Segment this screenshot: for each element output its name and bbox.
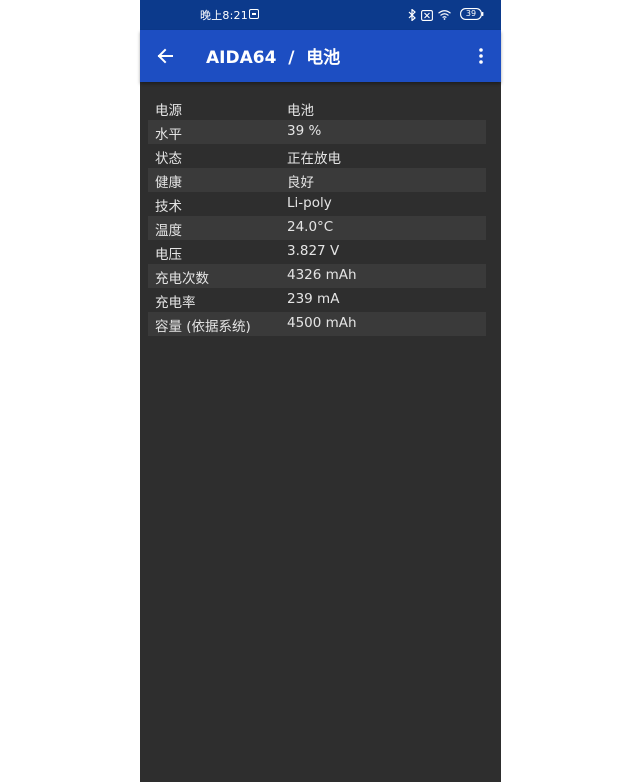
row-label: 水平: [155, 127, 182, 143]
more-vert-icon: [479, 48, 483, 64]
row-value: 电池: [287, 103, 314, 119]
back-button[interactable]: [152, 43, 178, 69]
phone-screen: 晚上8:21 39 AIDA64 / 电池 电源 电池 水平 39 % 状态 正…: [140, 0, 501, 782]
list-item: 电源 电池: [148, 96, 486, 120]
row-value: Li-poly: [287, 195, 332, 211]
status-bar: 晚上8:21 39: [140, 0, 501, 30]
status-time: 晚上8:21: [200, 9, 248, 22]
app-bar: AIDA64 / 电池: [140, 30, 501, 82]
list-item: 容量 (依据系统) 4500 mAh: [148, 312, 486, 336]
row-label: 温度: [155, 223, 182, 239]
battery-level: 39: [465, 9, 477, 18]
row-value: 3.827 V: [287, 243, 340, 259]
row-value: 24.0°C: [287, 219, 334, 235]
list-item: 电压 3.827 V: [148, 240, 486, 264]
list-item: 状态 正在放电: [148, 144, 486, 168]
no-sim-icon: [421, 9, 433, 21]
row-value: 239 mA: [287, 291, 340, 307]
row-label: 健康: [155, 175, 182, 191]
row-value: 良好: [287, 175, 314, 191]
status-icons: [408, 8, 451, 22]
row-label: 电压: [155, 247, 182, 263]
list-item: 温度 24.0°C: [148, 216, 486, 240]
row-value: 4326 mAh: [287, 267, 357, 283]
row-label: 充电率: [155, 295, 196, 311]
row-label: 状态: [155, 151, 182, 167]
page-title: AIDA64 / 电池: [206, 48, 341, 68]
arrow-back-icon: [157, 48, 173, 64]
overflow-menu-button[interactable]: [473, 43, 489, 69]
battery-icon: 39: [460, 8, 484, 20]
row-label: 充电次数: [155, 271, 209, 287]
row-value: 4500 mAh: [287, 315, 357, 331]
list-item: 技术 Li-poly: [148, 192, 486, 216]
battery-info-list: 电源 电池 水平 39 % 状态 正在放电 健康 良好 技术 Li-poly 温…: [148, 96, 486, 336]
bluetooth-icon: [408, 9, 416, 21]
row-label: 容量 (依据系统): [155, 319, 251, 335]
row-label: 电源: [155, 103, 182, 119]
notification-icon: [249, 9, 259, 19]
list-item: 充电次数 4326 mAh: [148, 264, 486, 288]
row-label: 技术: [155, 199, 182, 215]
row-value: 正在放电: [287, 151, 341, 167]
list-item: 充电率 239 mA: [148, 288, 486, 312]
wifi-icon: [438, 10, 451, 20]
list-item: 健康 良好: [148, 168, 486, 192]
list-item: 水平 39 %: [148, 120, 486, 144]
row-value: 39 %: [287, 123, 322, 139]
